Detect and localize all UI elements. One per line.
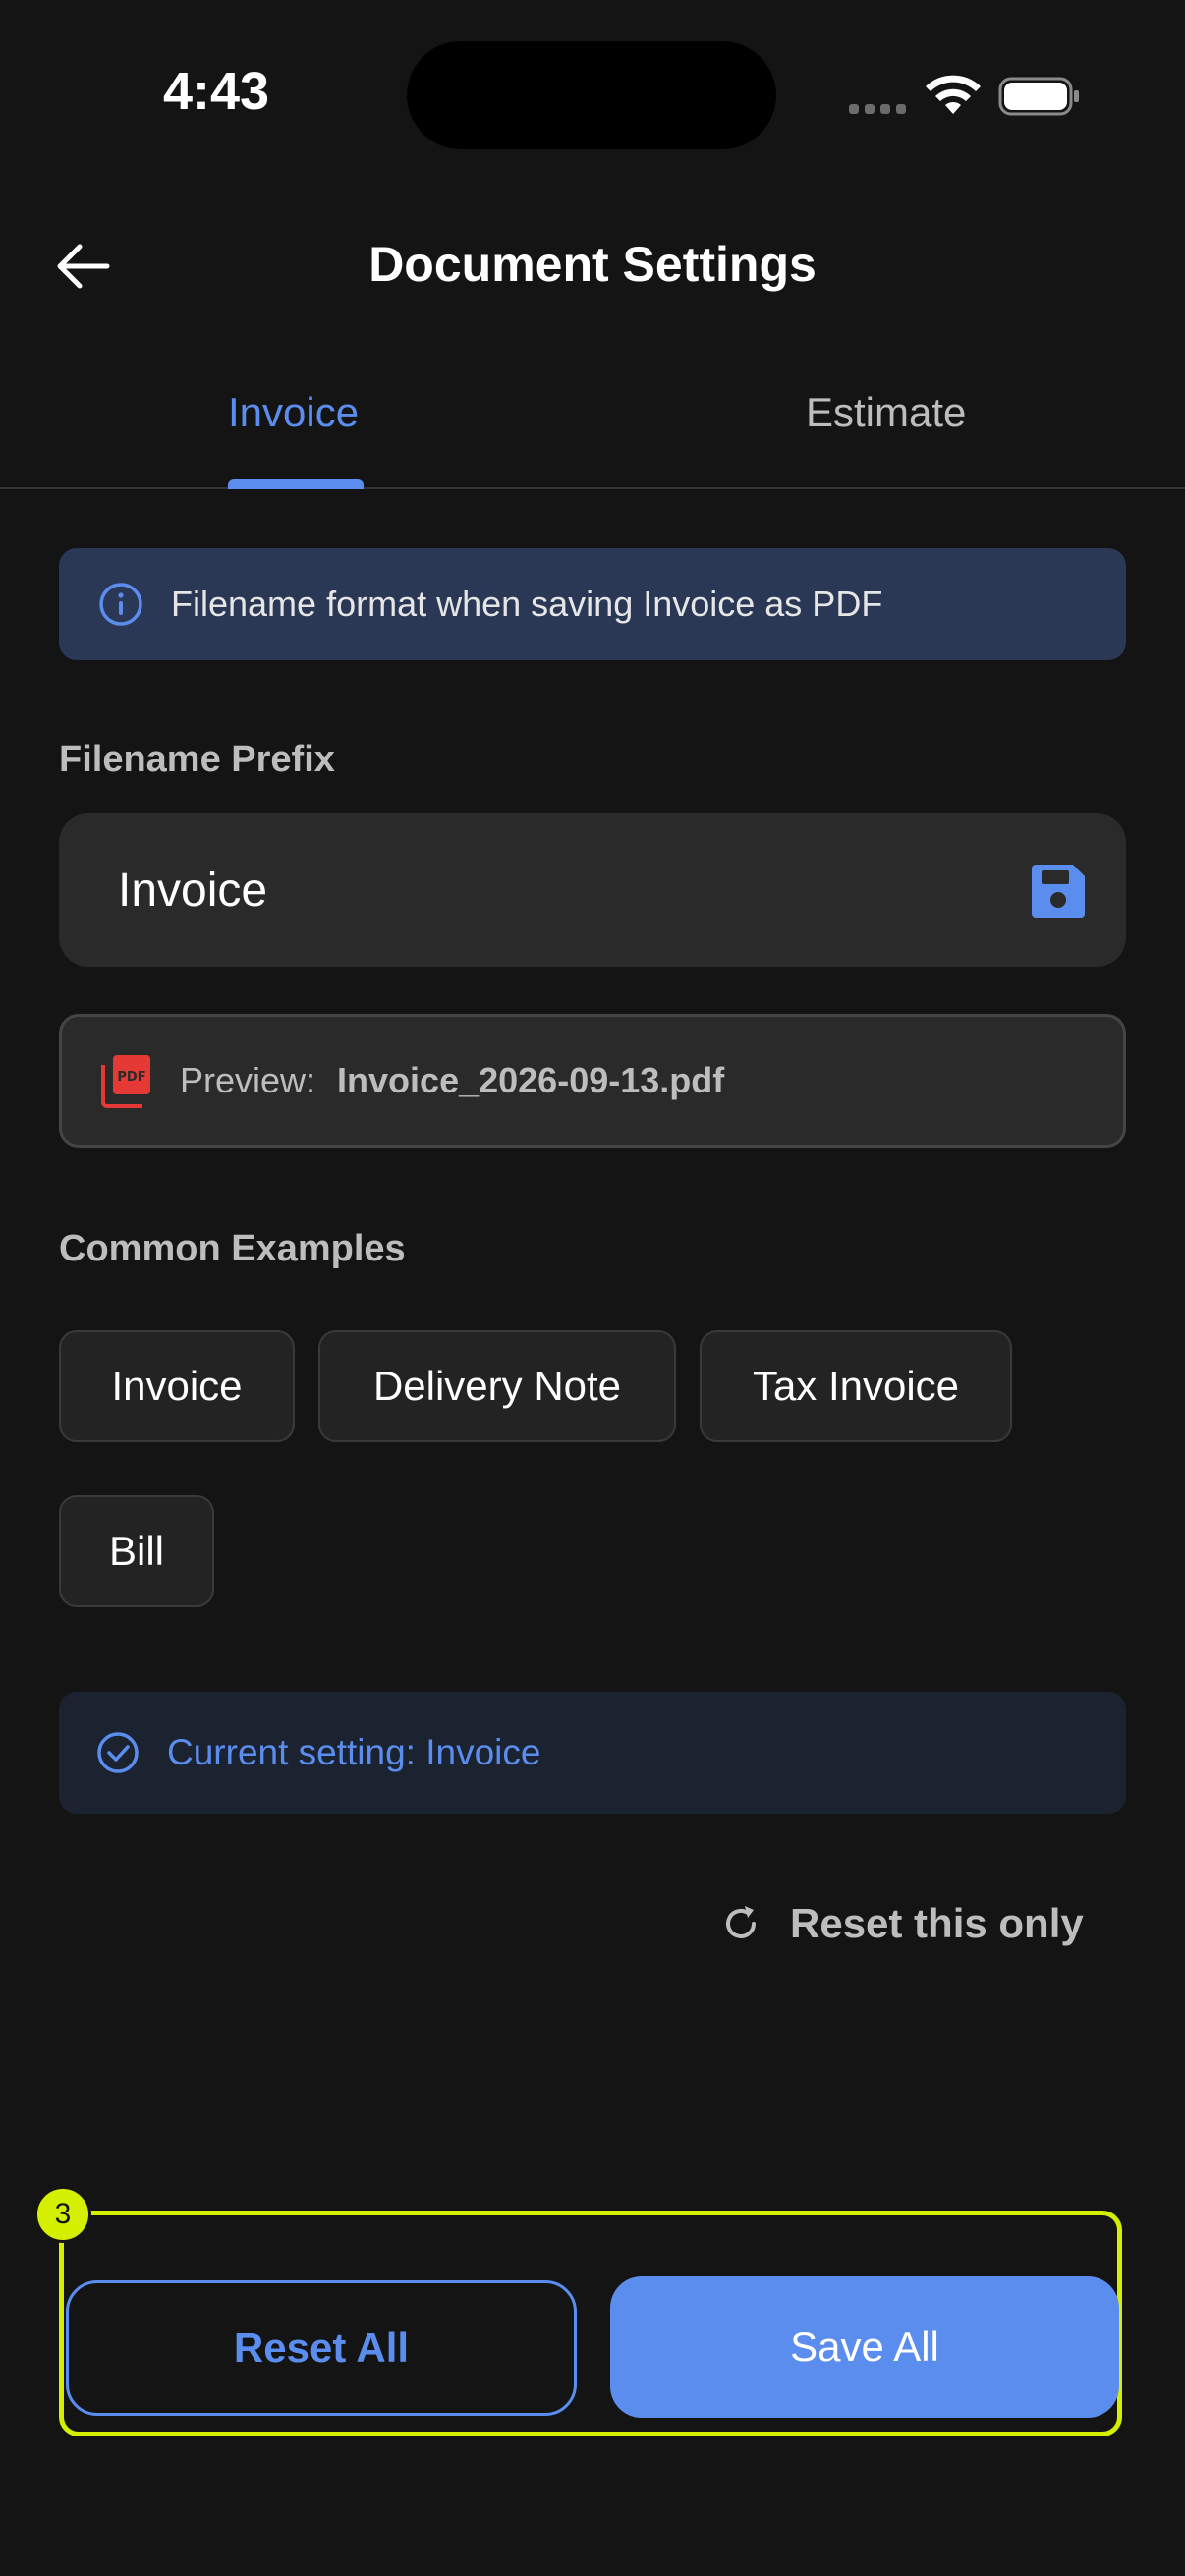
annotation-badge: 3 [34,2186,91,2243]
example-chip-tax-invoice[interactable]: Tax Invoice [700,1330,1012,1442]
bottom-action-bar: 3 Reset All Save All [34,2186,1122,2436]
refresh-icon [726,1906,756,1938]
save-icon[interactable] [1030,863,1087,920]
svg-text:PDF: PDF [117,1070,145,1085]
save-all-button[interactable]: Save All [610,2276,1119,2418]
filename-prefix-label: Filename Prefix [59,739,335,780]
example-chip-delivery-note[interactable]: Delivery Note [318,1330,676,1442]
filename-prefix-input[interactable] [118,813,1002,967]
battery-icon [998,77,1079,116]
pdf-icon: PDF [101,1055,150,1108]
current-setting-text: Current setting: Invoice [167,1732,541,1772]
reset-all-button[interactable]: Reset All [66,2280,577,2416]
reset-this-only-button[interactable]: Reset this only [721,1892,1084,1955]
example-chip-bill[interactable]: Bill [59,1495,214,1607]
wifi-icon [926,75,981,114]
current-setting-banner: Current setting: Invoice [59,1692,1126,1814]
filename-preview: PDF Preview: Invoice_2026-09-13.pdf [59,1014,1126,1148]
cellular-signal-icon [849,104,906,114]
info-banner: Filename format when saving Invoice as P… [59,548,1126,660]
status-time: 4:43 [163,62,270,121]
info-icon [99,583,142,626]
tab-indicator [228,479,364,489]
info-text: Filename format when saving Invoice as P… [171,584,883,624]
tab-bar: Invoice Estimate [0,354,1185,489]
header: Document Settings [0,196,1185,334]
page-title: Document Settings [368,237,817,292]
preview-filename: Invoice_2026-09-13.pdf [337,1060,725,1100]
reset-this-only-label: Reset this only [790,1900,1084,1946]
check-circle-icon [97,1732,139,1773]
example-chip-invoice[interactable]: Invoice [59,1330,295,1442]
filename-prefix-field [59,813,1126,967]
preview-label: Preview: [180,1060,316,1100]
dynamic-island [407,41,776,149]
common-examples-label: Common Examples [59,1228,406,1269]
status-bar: 4:43 [0,0,1185,187]
tab-invoice[interactable]: Invoice [228,389,359,436]
tab-estimate[interactable]: Estimate [806,389,966,436]
